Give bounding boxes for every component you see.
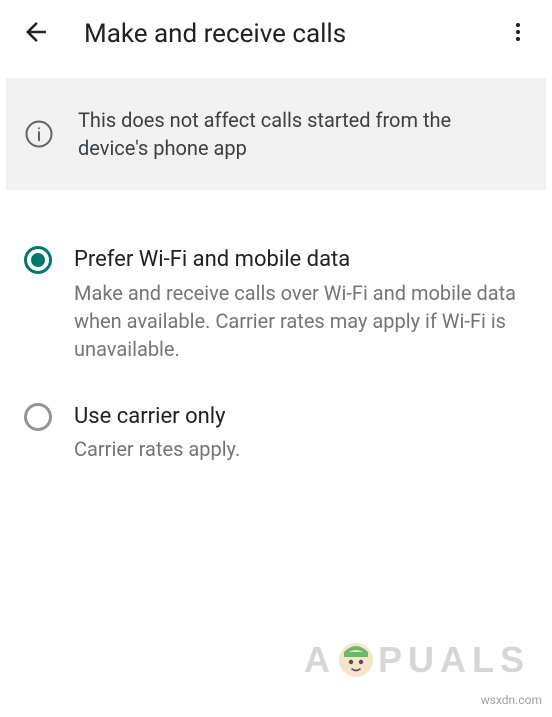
option-description: Make and receive calls over Wi-Fi and mo… [74,279,528,363]
back-button[interactable] [8,6,64,62]
app-header: Make and receive calls [0,0,552,68]
radio-prefer-wifi[interactable] [18,240,58,280]
info-icon [24,119,54,149]
arrow-back-icon [21,17,51,51]
overflow-menu-button[interactable] [494,10,542,58]
option-carrier-only[interactable]: Use carrier only Carrier rates apply. [0,387,552,488]
watermark-avatar-icon [338,642,374,678]
info-banner: This does not affect calls started from … [6,78,546,190]
option-title: Use carrier only [74,403,528,432]
radio-carrier-only[interactable] [18,397,58,437]
watermark-prefix: A [304,639,336,681]
info-text: This does not affect calls started from … [78,106,522,162]
option-text: Use carrier only Carrier rates apply. [74,401,528,464]
options-group: Prefer Wi-Fi and mobile data Make and re… [0,190,552,487]
settings-screen: Make and receive calls This does not aff… [0,0,552,717]
page-title: Make and receive calls [64,19,494,49]
option-prefer-wifi[interactable]: Prefer Wi-Fi and mobile data Make and re… [0,230,552,387]
watermark-suffix: PUALS [378,639,530,681]
attribution: wsxdn.com [481,693,542,707]
option-description: Carrier rates apply. [74,435,528,463]
option-text: Prefer Wi-Fi and mobile data Make and re… [74,244,528,363]
option-title: Prefer Wi-Fi and mobile data [74,246,528,275]
more-vert-icon [506,20,530,48]
watermark: A PUALS [304,639,530,681]
